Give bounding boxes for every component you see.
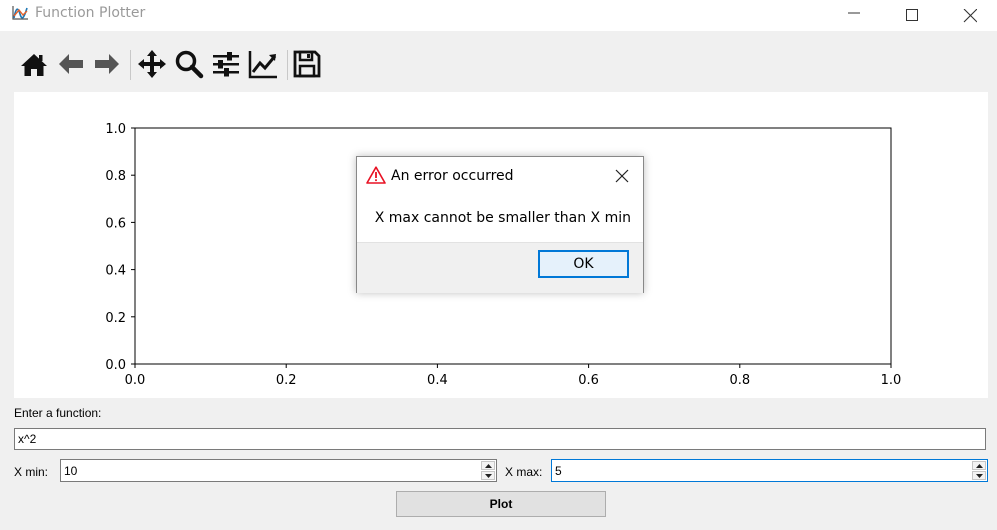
plot-button[interactable]: Plot <box>396 491 606 517</box>
sliders-icon <box>213 52 239 77</box>
x-tick-label: 0.6 <box>578 373 599 388</box>
close-icon <box>615 169 629 183</box>
arrow-right-icon <box>95 54 119 74</box>
x-tick-label: 0.2 <box>276 373 297 388</box>
save-button[interactable] <box>291 48 323 80</box>
floppy-disk-icon <box>293 50 321 78</box>
chevron-down-icon <box>485 474 492 478</box>
xmin-label: X min: <box>14 465 49 479</box>
line-chart-icon <box>248 51 277 79</box>
function-label: Enter a function: <box>14 406 102 420</box>
xmax-stepper <box>972 461 986 480</box>
back-button[interactable] <box>55 48 87 80</box>
maximize-icon <box>906 9 918 21</box>
xmax-value: 5 <box>555 464 562 478</box>
xmin-increment-button[interactable] <box>481 461 495 470</box>
pan-button[interactable] <box>136 48 168 80</box>
chevron-down-icon <box>976 474 983 478</box>
y-tick-label: 0.2 <box>105 311 126 326</box>
xmax-increment-button[interactable] <box>972 461 986 470</box>
minimize-button[interactable] <box>825 0 883 31</box>
xmin-decrement-button[interactable] <box>481 471 495 480</box>
xmin-value: 10 <box>64 464 78 478</box>
arrow-left-icon <box>59 54 83 74</box>
zoom-button[interactable] <box>173 48 205 80</box>
move-icon <box>138 50 166 78</box>
xmax-label: X max: <box>505 465 543 479</box>
title-bar: Function Plotter <box>0 0 997 31</box>
error-dialog: An error occurred X max cannot be smalle… <box>356 156 644 293</box>
maximize-button[interactable] <box>883 0 941 31</box>
xmin-stepper <box>481 461 495 480</box>
dialog-close-button[interactable] <box>611 166 633 186</box>
home-icon <box>21 54 47 76</box>
zoom-icon <box>175 50 204 79</box>
xmax-decrement-button[interactable] <box>972 471 986 480</box>
edit-curves-button[interactable] <box>247 48 279 80</box>
xmax-spinbox[interactable]: 5 <box>551 459 988 482</box>
window-title: Function Plotter <box>35 5 146 21</box>
warning-icon <box>366 166 386 184</box>
xmin-spinbox[interactable]: 10 <box>60 459 497 482</box>
dialog-title: An error occurred <box>391 168 514 184</box>
chevron-up-icon <box>976 464 983 468</box>
toolbar-separator <box>130 50 131 80</box>
minimize-icon <box>848 12 860 14</box>
y-tick-label: 1.0 <box>105 122 126 137</box>
configure-subplots-button[interactable] <box>210 48 242 80</box>
close-window-button[interactable] <box>941 0 997 31</box>
dialog-message: X max cannot be smaller than X min <box>374 210 631 226</box>
plot-icon <box>11 5 29 21</box>
ok-button[interactable]: OK <box>538 250 629 278</box>
y-tick-label: 0.8 <box>105 169 126 184</box>
forward-button[interactable] <box>91 48 123 80</box>
x-tick-label: 0.0 <box>125 373 146 388</box>
function-input[interactable]: x^2 <box>14 428 986 450</box>
close-icon <box>963 9 977 23</box>
toolbar-separator <box>287 50 288 80</box>
x-tick-label: 0.8 <box>729 373 750 388</box>
chevron-up-icon <box>485 464 492 468</box>
y-tick-label: 0.4 <box>105 264 126 279</box>
y-tick-label: 0.6 <box>105 216 126 231</box>
x-tick-label: 1.0 <box>881 373 902 388</box>
y-tick-label: 0.0 <box>105 358 126 373</box>
home-button[interactable] <box>18 48 50 80</box>
x-tick-label: 0.4 <box>427 373 448 388</box>
